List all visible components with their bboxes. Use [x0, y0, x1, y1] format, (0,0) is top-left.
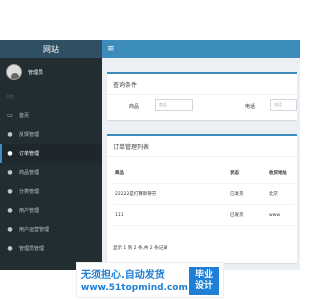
sidebar-item-label: 用户运营管理: [19, 227, 50, 233]
divider: [107, 94, 297, 95]
sidebar-item-label: 订单管理: [19, 151, 40, 157]
watermark-badge: 毕业 设计: [189, 267, 219, 295]
column-header-status: 状态: [228, 163, 267, 184]
users-icon: ●: [7, 169, 13, 176]
user-panel: 管理员: [6, 64, 43, 80]
sidebar: 管理员 导航 ▭ 首页 ● 反馈管理 ● 订单管理 ● 商品管理 ● 分类管理 ● 用户管理…: [0, 58, 102, 270]
product-input[interactable]: 商品: [155, 99, 193, 111]
users-icon: ●: [7, 188, 13, 195]
users-icon: ●: [7, 150, 13, 157]
header-bar: ≡: [102, 40, 300, 58]
filter-panel: 查询条件 商品 商品 电话 电话: [107, 72, 297, 120]
sidebar-item-label: 管理员管理: [19, 246, 45, 252]
users-icon: ●: [7, 207, 13, 214]
nav-section-label: 导航: [6, 94, 14, 99]
avatar: [6, 64, 22, 80]
watermark-badge-line: 毕业: [194, 270, 213, 280]
sidebar-item-home[interactable]: ▭ 首页: [0, 106, 102, 125]
sidebar-item-label: 用户管理: [19, 208, 40, 214]
users-icon: ●: [7, 131, 13, 138]
phone-label: 电话: [245, 104, 256, 110]
orders-table: 商品 状态 收货地址 22222是打算斯蒂芬 已发货 北京 111 已发货 ww…: [113, 163, 295, 226]
username: 管理员: [28, 69, 44, 76]
sidebar-item-users[interactable]: ● 用户管理: [0, 201, 102, 220]
table-row[interactable]: 22222是打算斯蒂芬 已发货 北京: [113, 183, 295, 205]
monitor-icon: ▭: [7, 112, 13, 119]
watermark-slogan: 无须担心.自动发货: [81, 270, 165, 281]
phone-input[interactable]: 电话: [270, 99, 297, 111]
orders-title: 订单管理列表: [113, 144, 150, 151]
menu-toggle-icon[interactable]: ≡: [107, 44, 115, 54]
watermark-url: www.51topmind.com: [81, 283, 188, 293]
sidebar-item-categories[interactable]: ● 分类管理: [0, 182, 102, 201]
sidebar-item-user-ops[interactable]: ● 用户运营管理: [0, 220, 102, 239]
sidebar-item-label: 反馈管理: [19, 132, 40, 138]
users-icon: ●: [7, 245, 13, 252]
cell-product: 111: [113, 204, 228, 226]
filter-title: 查询条件: [113, 82, 138, 89]
sidebar-item-orders[interactable]: ● 订单管理: [0, 144, 102, 163]
sidebar-item-products[interactable]: ● 商品管理: [0, 163, 102, 182]
table-row[interactable]: 111 已发货 www: [113, 204, 295, 226]
sidebar-menu: ▭ 首页 ● 反馈管理 ● 订单管理 ● 商品管理 ● 分类管理 ● 用户管理 ● 用户运营管…: [0, 106, 102, 258]
sidebar-item-label: 首页: [19, 113, 30, 119]
cell-address: www: [267, 204, 295, 226]
watermark-banner: 无须担心.自动发货 www.51topmind.com 毕业 设计: [76, 262, 224, 298]
divider: [107, 156, 297, 157]
column-header-address: 收货地址: [267, 163, 295, 184]
top-blank-area: [0, 0, 300, 40]
cell-status: 已发货: [228, 183, 267, 205]
pagination-info: 显示 1 到 2 条,共 2 条记录: [113, 246, 168, 251]
sidebar-item-feedback[interactable]: ● 反馈管理: [0, 125, 102, 144]
sidebar-item-admins[interactable]: ● 管理员管理: [0, 239, 102, 258]
cell-product: 22222是打算斯蒂芬: [113, 183, 228, 205]
cell-status: 已发货: [228, 204, 267, 226]
main-content: 查询条件 商品 商品 电话 电话 订单管理列表 商品 状态 收货地址 22222…: [102, 58, 300, 270]
watermark-badge-line: 设计: [194, 281, 213, 291]
cell-address: 北京: [267, 183, 295, 205]
users-icon: ●: [7, 226, 13, 233]
column-header-product: 商品: [113, 163, 228, 184]
product-label: 商品: [129, 104, 140, 110]
sidebar-item-label: 分类管理: [19, 189, 40, 195]
brand-logo[interactable]: 网站: [0, 40, 102, 58]
orders-panel: 订单管理列表 商品 状态 收货地址 22222是打算斯蒂芬 已发货 北京 111…: [107, 134, 297, 263]
table-header-row: 商品 状态 收货地址: [113, 163, 295, 184]
sidebar-item-label: 商品管理: [19, 170, 40, 176]
